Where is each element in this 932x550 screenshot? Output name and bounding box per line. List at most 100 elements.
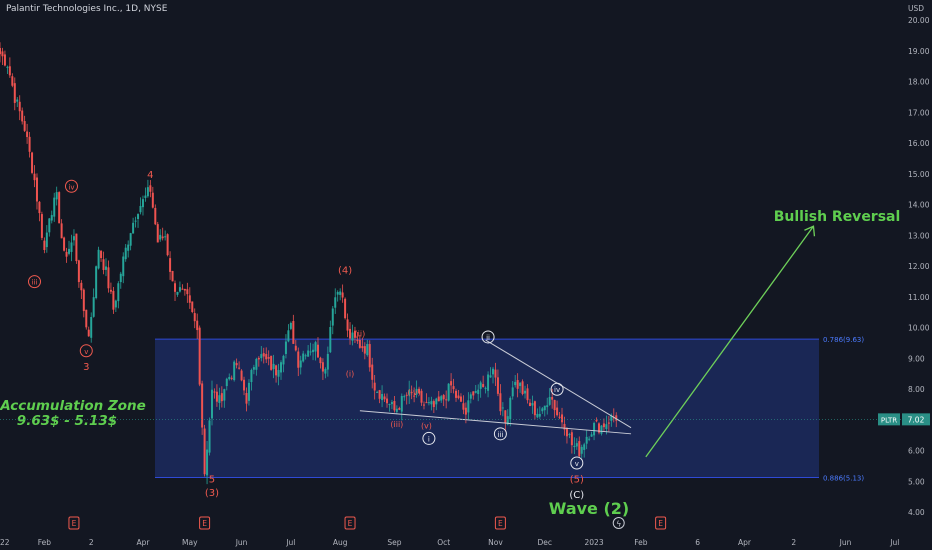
candle-body — [80, 282, 83, 291]
candle-body — [479, 382, 482, 389]
candle-body — [590, 434, 593, 437]
candle-body — [18, 101, 21, 112]
candle-body — [240, 370, 243, 381]
candle-body — [312, 349, 315, 353]
candle-body — [314, 342, 317, 352]
candle-body — [326, 353, 329, 370]
candle-body — [233, 361, 236, 381]
candle-body — [3, 54, 6, 66]
candle-body — [432, 401, 435, 408]
candle-body — [127, 244, 130, 251]
candle-body — [324, 369, 327, 374]
candle-body — [595, 420, 598, 422]
earnings-marker-label: E — [348, 519, 353, 528]
candle-body — [474, 391, 477, 393]
candle-body — [334, 297, 337, 308]
candle-body — [511, 387, 514, 397]
candle-body — [218, 395, 221, 403]
x-tick-label: 2 — [89, 538, 94, 547]
candle-body — [519, 382, 522, 387]
x-tick-label: May — [182, 538, 198, 547]
candle-body — [55, 192, 58, 200]
candle-body — [331, 308, 334, 326]
candle-body — [487, 374, 490, 391]
wave-label: 3 — [83, 362, 89, 373]
candle-body — [21, 110, 24, 122]
candle-body — [38, 201, 41, 214]
candle-body — [395, 408, 398, 412]
candle-body — [107, 267, 110, 289]
candle-body — [427, 402, 430, 404]
candle-body — [164, 236, 167, 238]
candle-body — [292, 321, 295, 344]
wave-label: 4 — [147, 170, 153, 181]
candle-body — [124, 247, 127, 260]
wave-label: v — [575, 460, 579, 468]
wave-label: (4) — [338, 265, 352, 276]
candle-body — [499, 393, 502, 412]
candle-body — [102, 259, 105, 270]
candle — [95, 265, 98, 300]
wave-label: ii — [486, 334, 490, 342]
candle-body — [104, 266, 107, 270]
candle-body — [122, 256, 125, 277]
candle-body — [72, 236, 75, 241]
candle-body — [220, 393, 223, 402]
candle-body — [450, 381, 453, 386]
candle — [368, 340, 371, 372]
candle-body — [400, 396, 403, 412]
wave-label: iii — [32, 279, 38, 287]
candle-body — [568, 434, 571, 436]
y-tick-label: 6.00 — [908, 447, 925, 456]
candle-body — [321, 362, 324, 372]
accumulation-zone-range: 9.63$ - 5.13$ — [17, 413, 117, 429]
candle-body — [275, 365, 278, 376]
candle-body — [602, 423, 605, 428]
chart-canvas: 0.786(9.63)0.886(5.13)4.005.006.007.008.… — [0, 0, 932, 550]
wave-label: 5 — [209, 474, 215, 485]
candle-body — [531, 403, 534, 406]
candle-body — [174, 283, 177, 292]
candle-body — [257, 357, 260, 360]
candle-body — [230, 377, 233, 379]
wave-label: iii — [497, 431, 503, 439]
y-tick-label: 4.00 — [908, 508, 925, 517]
x-tick-label: Jun — [235, 538, 248, 547]
candle-body — [112, 290, 115, 310]
candle — [203, 424, 206, 477]
x-tick-label: Dec — [538, 538, 553, 547]
candle-body — [462, 403, 465, 410]
candle-body — [265, 354, 268, 360]
candle-body — [329, 327, 332, 353]
candle-body — [28, 136, 31, 152]
candle — [40, 211, 43, 241]
candle-body — [181, 288, 184, 290]
candle-body — [270, 355, 273, 370]
candle-body — [255, 358, 258, 370]
candle-body — [109, 289, 112, 292]
candle-body — [457, 395, 460, 399]
x-tick-label: 2 — [791, 538, 796, 547]
candle-body — [60, 223, 63, 239]
candle — [597, 422, 600, 435]
candle-body — [553, 399, 556, 411]
x-tick-label: 6 — [695, 538, 700, 547]
wave-title: Wave (2) — [549, 499, 629, 518]
candle-body — [132, 222, 135, 234]
candle-body — [373, 382, 376, 391]
candle-body — [339, 291, 342, 295]
candle-body — [31, 152, 34, 173]
candle — [58, 191, 61, 224]
candle-body — [250, 369, 253, 383]
zone-bottom-label: 0.886(5.13) — [823, 474, 864, 482]
candle-body — [252, 367, 255, 370]
candle-body — [129, 233, 132, 246]
candle-body — [489, 375, 492, 378]
candle-body — [146, 187, 149, 197]
candle-body — [447, 383, 450, 401]
candle-body — [8, 66, 11, 76]
candle — [240, 369, 243, 382]
candle-body — [267, 357, 270, 359]
candle-body — [235, 363, 238, 366]
candle-body — [48, 218, 51, 233]
